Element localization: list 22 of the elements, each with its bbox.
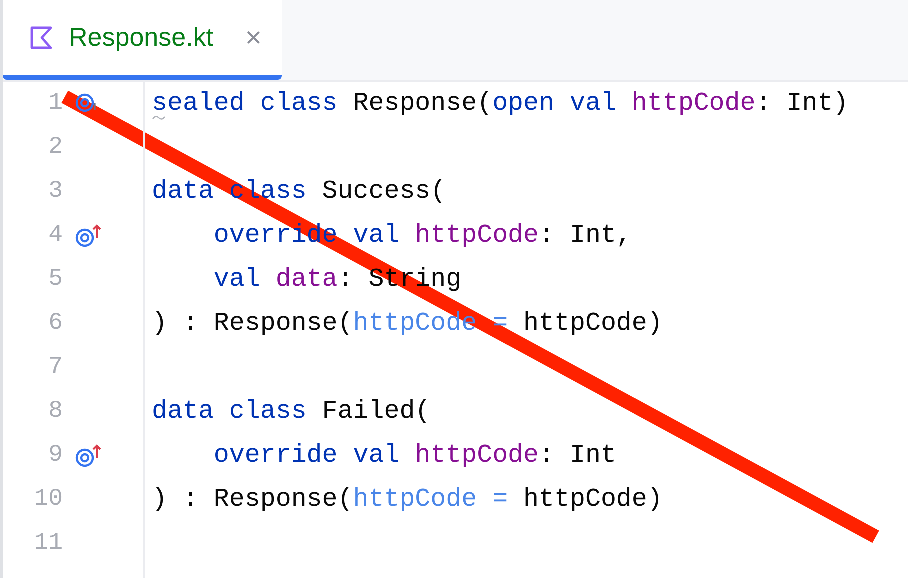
line-number: 5 bbox=[48, 265, 63, 295]
code-line: sealed class Response(open val httpCode: Int) bbox=[152, 88, 849, 120]
overrides-marker-icon[interactable] bbox=[75, 224, 103, 248]
tab-label: Response.kt bbox=[69, 21, 214, 54]
line-number: 8 bbox=[48, 397, 63, 427]
line-number: 7 bbox=[48, 353, 63, 383]
line-number: 9 bbox=[48, 441, 63, 471]
file-tab[interactable]: Response.kt × bbox=[3, 0, 282, 80]
kotlin-file-icon bbox=[29, 24, 55, 50]
line-number: 6 bbox=[48, 309, 63, 339]
code-line: data class Failed( bbox=[152, 396, 431, 428]
code-line: ) : Response(httpCode = httpCode) bbox=[152, 308, 663, 340]
line-number: 4 bbox=[48, 221, 63, 251]
close-tab-button[interactable]: × bbox=[246, 24, 262, 52]
code-line: override val httpCode: Int bbox=[212, 440, 616, 472]
line-number: 11 bbox=[33, 529, 63, 559]
line-number: 10 bbox=[33, 485, 63, 515]
line-number: 1 bbox=[48, 89, 63, 119]
line-number: 2 bbox=[48, 133, 63, 163]
overrides-marker-icon[interactable] bbox=[75, 444, 103, 468]
line-number: 3 bbox=[48, 177, 63, 207]
code-line: ) : Response(httpCode = httpCode) bbox=[152, 484, 663, 516]
